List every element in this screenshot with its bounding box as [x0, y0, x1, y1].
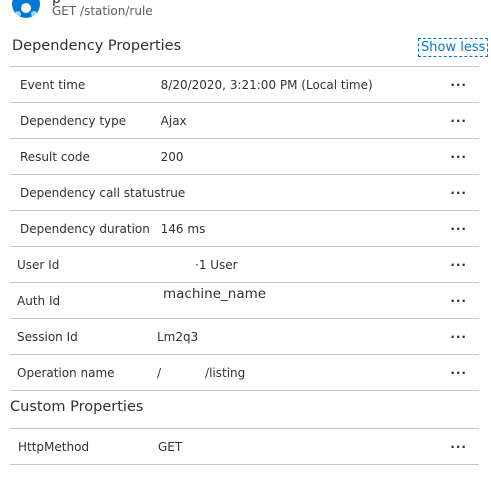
- property-label: Operation name: [10, 354, 157, 391]
- more-options-button[interactable]: ···: [450, 440, 467, 454]
- context-properties-table: User Id ·1 User ··· Auth Id machine_name…: [10, 246, 479, 391]
- property-label: Auth Id: [10, 282, 157, 319]
- property-label: HttpMethod: [10, 428, 158, 465]
- show-less-link[interactable]: Show less: [418, 38, 489, 57]
- dependency-properties-title: Dependency Properties: [12, 38, 182, 54]
- property-value: true: [160, 174, 441, 211]
- custom-properties-title: Custom Properties: [10, 399, 144, 415]
- operation-name-prefix: /: [157, 365, 162, 380]
- more-options-button[interactable]: ···: [450, 150, 467, 164]
- more-options-button[interactable]: ···: [450, 258, 467, 272]
- table-row: Dependency duration 146 ms ···: [10, 210, 479, 246]
- table-row: Dependency type Ajax ···: [10, 102, 479, 139]
- table-row: Result code 200 ···: [10, 138, 479, 175]
- more-options-button[interactable]: ···: [450, 186, 467, 200]
- table-row: Auth Id machine_name ···: [10, 282, 479, 319]
- more-options-button[interactable]: ···: [450, 366, 467, 380]
- property-label: User Id: [10, 246, 157, 283]
- property-label: Dependency duration: [10, 210, 161, 246]
- property-value: ·1 User: [195, 257, 238, 272]
- property-value: Lm2q3: [157, 318, 437, 355]
- custom-properties-table: HttpMethod GET ···: [10, 428, 479, 465]
- table-row: Dependency call status true ···: [10, 174, 479, 211]
- property-label: Event time: [10, 66, 161, 103]
- property-label: Dependency call status: [10, 174, 161, 211]
- property-value: Ajax: [160, 102, 441, 139]
- item-path: GET /station/rule: [52, 4, 153, 18]
- property-value: 146 ms: [160, 210, 441, 246]
- property-label: Dependency type: [10, 102, 161, 139]
- table-row: Event time 8/20/2020, 3:21:00 PM (Local …: [10, 66, 479, 103]
- dependency-icon: [12, 0, 40, 18]
- table-row: Operation name / /listing ···: [10, 354, 479, 391]
- more-options-button[interactable]: ···: [450, 294, 467, 308]
- property-value: 8/20/2020, 3:21:00 PM (Local time): [160, 66, 441, 103]
- property-value: GET: [158, 428, 438, 465]
- table-row: Session Id Lm2q3 ···: [10, 318, 479, 355]
- property-label: Result code: [10, 138, 161, 175]
- operation-name-suffix: /listing: [205, 365, 246, 380]
- more-options-button[interactable]: ···: [450, 330, 467, 344]
- more-options-button[interactable]: ···: [450, 222, 467, 236]
- more-options-button[interactable]: ···: [450, 114, 467, 128]
- dependency-properties-table: Event time 8/20/2020, 3:21:00 PM (Local …: [10, 66, 479, 246]
- table-row: User Id ·1 User ···: [10, 246, 479, 283]
- property-label: Session Id: [10, 318, 157, 355]
- more-options-button[interactable]: ···: [450, 78, 467, 92]
- table-row: HttpMethod GET ···: [10, 428, 479, 465]
- property-value: 200: [160, 138, 441, 175]
- property-value: machine_name: [163, 285, 267, 302]
